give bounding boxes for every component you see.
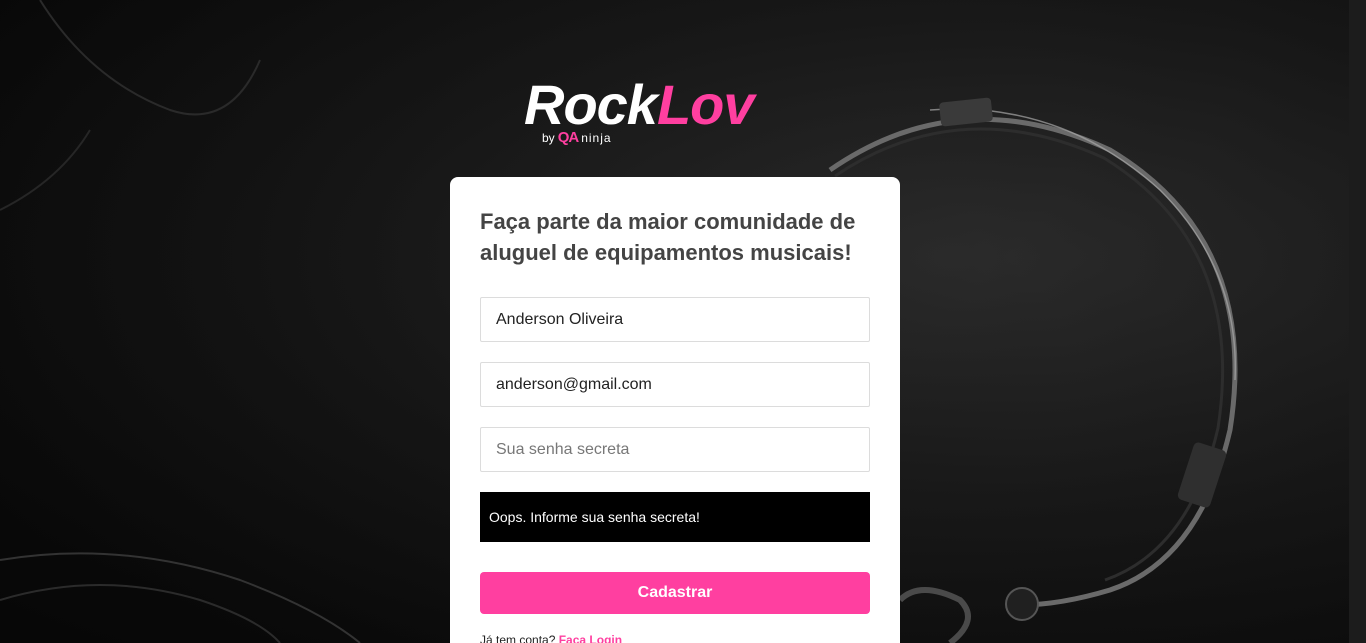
qaninja-icon: QA [557, 129, 579, 146]
login-prompt: Já tem conta? Faça Login [480, 633, 622, 643]
alert-message: Oops. Informe sua senha secreta! [489, 509, 700, 525]
rocklov-logo: RockLov by QA ninja [524, 76, 834, 156]
logo-ninja-text: ninja [581, 130, 612, 145]
signup-form-card: Faça parte da maior comunidade de alugue… [450, 177, 900, 643]
email-field[interactable] [480, 362, 870, 407]
name-field[interactable] [480, 297, 870, 342]
password-error-alert: Oops. Informe sua senha secreta! [480, 492, 870, 542]
password-field[interactable] [480, 427, 870, 472]
logo-rock-text: Rock [524, 73, 658, 136]
logo-byline: by QA ninja [542, 129, 612, 146]
signup-page: RockLov by QA ninja Faça parte da maior … [0, 0, 1366, 643]
signup-submit-button[interactable]: Cadastrar [480, 572, 870, 614]
login-link[interactable]: Faça Login [559, 633, 622, 643]
logo-lov-text: Lov [656, 73, 755, 136]
logo-by-text: by [542, 130, 555, 145]
logo-wordmark: RockLov [524, 76, 834, 134]
page-scrollbar[interactable] [1349, 0, 1366, 643]
signup-title: Faça parte da maior comunidade de alugue… [480, 209, 856, 265]
login-prompt-text: Já tem conta? [480, 633, 556, 643]
